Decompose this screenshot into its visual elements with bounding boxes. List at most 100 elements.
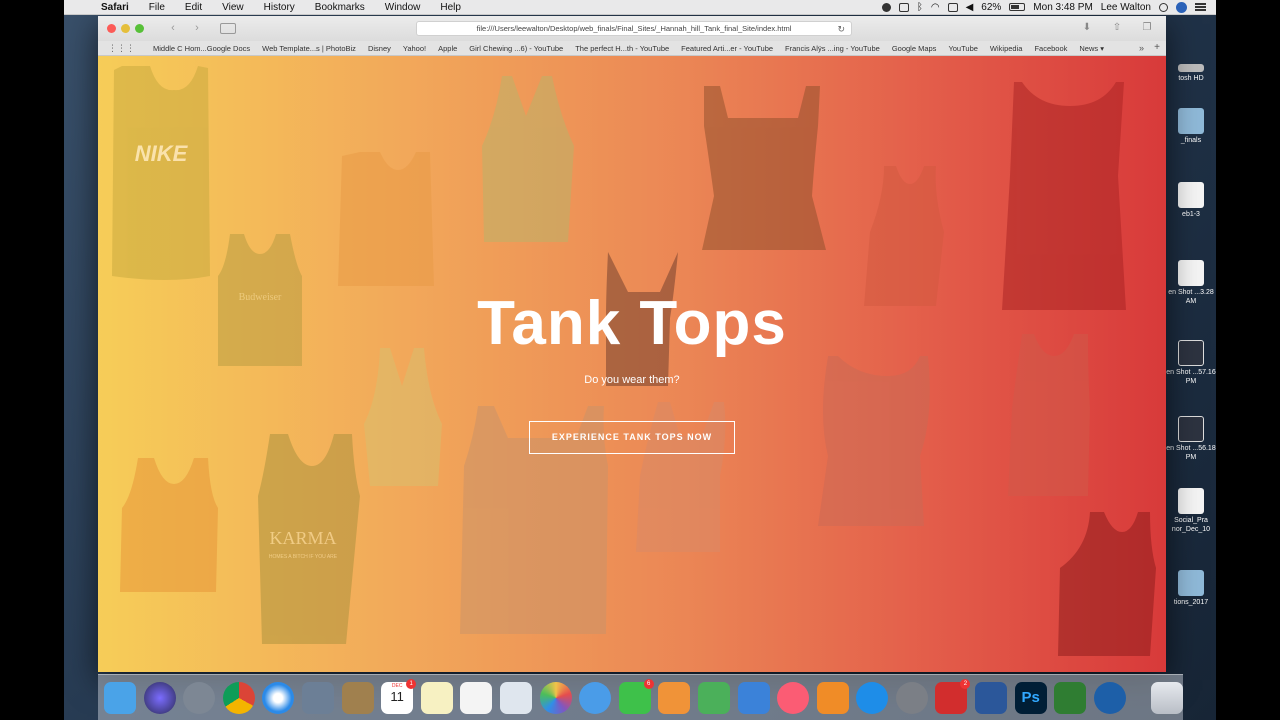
- folder-icon: [1178, 570, 1204, 596]
- calendar-icon[interactable]: DEC 11 1: [381, 678, 417, 714]
- maps-icon[interactable]: [499, 681, 532, 714]
- tabs-icon[interactable]: ❐: [1140, 21, 1154, 34]
- favorite-link[interactable]: Middle C Hom...Google Docs: [147, 44, 256, 53]
- top-sites-icon[interactable]: ⋮⋮⋮: [108, 43, 135, 54]
- address-bar[interactable]: file:///Users/leewalton/Desktop/web_fina…: [416, 21, 852, 36]
- menu-app-safari[interactable]: Safari: [95, 2, 139, 13]
- facetime-icon[interactable]: 6: [618, 678, 654, 714]
- nike-print: NIKE: [135, 141, 189, 166]
- document-icon: [1178, 488, 1204, 514]
- desktop-icon-shot3[interactable]: en Shot ...56.18 PM: [1166, 416, 1216, 462]
- desktop-icon-label: en Shot ...57.16 PM: [1166, 369, 1216, 385]
- desktop-icon-hd[interactable]: tosh HD: [1166, 64, 1216, 83]
- desktop-icon-label: _finals: [1180, 137, 1202, 144]
- numbers-icon[interactable]: [697, 681, 730, 714]
- sketchup-icon[interactable]: [1054, 681, 1087, 714]
- back-icon[interactable]: ‹: [164, 21, 182, 36]
- quicktime-icon[interactable]: [1093, 681, 1126, 714]
- fullscreen-icon[interactable]: [135, 24, 144, 33]
- clock[interactable]: Mon 3:48 PM: [1033, 2, 1092, 13]
- favorite-link[interactable]: Apple: [432, 44, 463, 53]
- display-icon[interactable]: [947, 2, 958, 12]
- screenshot-icon: [1178, 260, 1204, 286]
- notification-center-icon[interactable]: [1195, 3, 1206, 11]
- chrome-icon[interactable]: [222, 681, 255, 714]
- forward-icon[interactable]: ›: [188, 21, 206, 36]
- minimize-icon[interactable]: [121, 24, 130, 33]
- status-area: ᛒ ◠ ◀ 62% Mon 3:48 PM Lee Walton: [881, 1, 1216, 13]
- favorite-link[interactable]: Google Maps: [886, 44, 943, 53]
- battery-icon[interactable]: [1009, 3, 1026, 11]
- favorite-link[interactable]: Facebook: [1028, 44, 1073, 53]
- messages-icon[interactable]: [579, 681, 612, 714]
- sidebar-icon[interactable]: [220, 23, 236, 34]
- system-preferences-icon[interactable]: [895, 681, 928, 714]
- experience-cta-button[interactable]: EXPERIENCE TANK TOPS NOW: [529, 421, 735, 454]
- favorite-link[interactable]: Featured Arti...er - YouTube: [675, 44, 779, 53]
- record-icon[interactable]: [881, 2, 891, 12]
- reload-icon[interactable]: ↻: [837, 22, 845, 35]
- menu-help[interactable]: Help: [430, 2, 471, 13]
- browser-toolbar: ‹ › file:///Users/leewalton/Desktop/web_…: [98, 16, 1166, 41]
- desktop-icon-social[interactable]: Social_Pra nor_Dec_10: [1166, 488, 1216, 534]
- more-favorites-icon[interactable]: »: [1139, 43, 1144, 53]
- pages-icon[interactable]: [658, 681, 691, 714]
- favorite-link[interactable]: Girl Chewing ...6) - YouTube: [463, 44, 569, 53]
- launchpad-icon[interactable]: [183, 681, 216, 714]
- itunes-icon[interactable]: [777, 681, 810, 714]
- favorite-link[interactable]: Yahoo!: [397, 44, 432, 53]
- photoshop-icon[interactable]: Ps: [1014, 681, 1047, 714]
- favorite-link[interactable]: Disney: [362, 44, 397, 53]
- facetime-badge: 6: [643, 678, 654, 689]
- favorite-link[interactable]: YouTube: [942, 44, 983, 53]
- download-icon[interactable]: ⬇: [1080, 21, 1094, 34]
- ibooks-icon[interactable]: [816, 681, 849, 714]
- trash-icon[interactable]: [1151, 681, 1184, 714]
- share-icon[interactable]: ⇧: [1110, 21, 1124, 34]
- desktop-icon-label: en Shot ...56.18 PM: [1166, 445, 1216, 461]
- document-icon[interactable]: [898, 2, 909, 12]
- desktop-icon-finals[interactable]: _finals: [1166, 108, 1216, 145]
- menu-edit[interactable]: Edit: [175, 2, 212, 13]
- favorite-link[interactable]: Web Template...s | PhotoBiz: [256, 44, 362, 53]
- menu-bar: Safari File Edit View History Bookmarks …: [64, 0, 1216, 15]
- word-icon[interactable]: [975, 681, 1008, 714]
- volume-icon[interactable]: ◀: [966, 2, 974, 13]
- photos-icon[interactable]: [539, 681, 572, 714]
- notes-icon[interactable]: [420, 681, 453, 714]
- bookmark-app-icon[interactable]: 2: [935, 678, 971, 714]
- desktop-icon-label: Social_Pra nor_Dec_10: [1171, 517, 1211, 533]
- close-icon[interactable]: [107, 24, 116, 33]
- reminders-icon[interactable]: [460, 681, 493, 714]
- menu-history[interactable]: History: [254, 2, 305, 13]
- desktop-icon-tions[interactable]: tions_2017: [1166, 570, 1216, 607]
- desktop-icon-eb[interactable]: eb1-3: [1166, 182, 1216, 219]
- add-tab-icon[interactable]: +: [1154, 42, 1160, 53]
- desktop-icon-shot2[interactable]: en Shot ...57.16 PM: [1166, 340, 1216, 386]
- keynote-icon[interactable]: [737, 681, 770, 714]
- wifi-icon[interactable]: ◠: [931, 2, 940, 13]
- safari-app-icon[interactable]: [262, 681, 295, 714]
- menu-view[interactable]: View: [212, 2, 254, 13]
- preview-icon[interactable]: [301, 681, 334, 714]
- tank-top-image: [120, 458, 218, 592]
- user-name[interactable]: Lee Walton: [1101, 2, 1151, 13]
- desktop-icon-shot1[interactable]: en Shot ...3.28 AM: [1166, 260, 1216, 306]
- contacts-icon[interactable]: [341, 681, 374, 714]
- siri-icon[interactable]: [1176, 1, 1187, 13]
- finder-icon[interactable]: [104, 681, 136, 714]
- favorite-link[interactable]: Wikipedia: [984, 44, 1029, 53]
- menu-file[interactable]: File: [139, 2, 175, 13]
- menu-bookmarks[interactable]: Bookmarks: [305, 2, 375, 13]
- app-store-icon[interactable]: [856, 681, 889, 714]
- karma-subprint: HOMES A BITCH IF YOU ARE: [269, 554, 338, 560]
- favorite-link[interactable]: The perfect H...th - YouTube: [569, 44, 675, 53]
- bluetooth-icon[interactable]: ᛒ: [917, 2, 923, 13]
- screenshot-icon: [1178, 340, 1204, 366]
- siri-app-icon[interactable]: [143, 681, 176, 714]
- calendar-day: 11: [390, 688, 404, 704]
- menu-window[interactable]: Window: [375, 2, 431, 13]
- favorite-link[interactable]: News ▾: [1073, 44, 1110, 53]
- spotlight-icon[interactable]: [1159, 2, 1168, 12]
- favorite-link[interactable]: Francis Alÿs ...ing - YouTube: [779, 44, 886, 53]
